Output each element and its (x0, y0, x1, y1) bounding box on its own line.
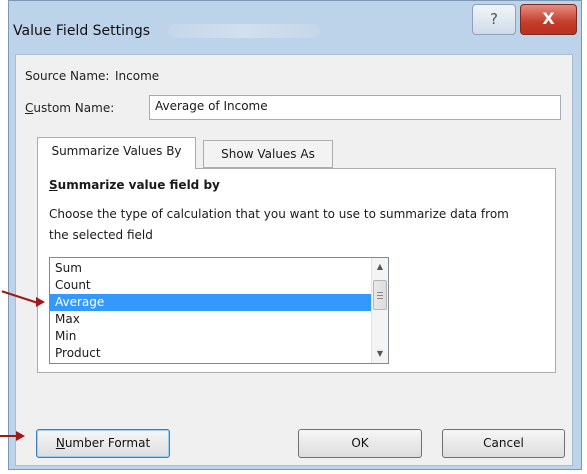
number-format-button[interactable]: Number Format (36, 429, 170, 458)
number-format-accesskey: N (55, 436, 65, 450)
tab-summarize-values-by-label: Summarize Values By (51, 144, 182, 158)
number-format-label: umber Format (64, 436, 151, 450)
title-bar: Value Field Settings ? X (9, 1, 581, 53)
tab-show-values-as[interactable]: Show Values As (203, 140, 333, 168)
ok-label: OK (351, 436, 369, 450)
custom-name-input-value: Average of Income (155, 99, 268, 113)
custom-name-input[interactable]: Average of Income (149, 95, 561, 120)
close-button[interactable]: X (520, 4, 577, 35)
panel-description: Choose the type of calculation that you … (49, 207, 509, 242)
cancel-label: Cancel (483, 436, 524, 450)
grip-line-icon (377, 298, 383, 299)
value-field-settings-dialog: Value Field Settings ? X Source Name: In… (8, 0, 582, 470)
tab-show-values-as-label: Show Values As (221, 147, 315, 161)
list-item-max[interactable]: Max (50, 311, 372, 328)
list-item-count[interactable]: Count (50, 277, 372, 294)
blurred-title-text (169, 24, 319, 38)
summarize-panel: Summarize value field by Choose the type… (37, 168, 556, 373)
close-icon: X (542, 9, 555, 28)
custom-name-label-rest: ustom Name: (33, 101, 115, 115)
arrow-head-icon (36, 297, 45, 307)
dialog-title: Value Field Settings (13, 23, 151, 39)
list-item-average[interactable]: Average (50, 294, 372, 311)
calculation-listbox[interactable]: Sum Count Average Max Min Product ▲ ▼ (49, 257, 389, 364)
panel-heading-accesskey: S (49, 178, 58, 192)
calculation-list: Sum Count Average Max Min Product (50, 260, 372, 362)
panel-heading: Summarize value field by (49, 178, 220, 192)
cancel-button[interactable]: Cancel (442, 429, 565, 458)
custom-name-label: Custom Name: (25, 101, 114, 115)
source-name-label: Source Name: (25, 69, 110, 83)
listbox-scrollbar[interactable]: ▲ ▼ (371, 258, 388, 363)
dialog-body: Source Name: Income Custom Name: Average… (15, 54, 573, 466)
list-item-sum[interactable]: Sum (50, 260, 372, 277)
help-icon: ? (490, 10, 498, 28)
panel-heading-rest: ummarize value field by (57, 178, 220, 192)
list-item-product[interactable]: Product (50, 345, 372, 362)
source-name-value: Income (115, 69, 160, 83)
scroll-down-arrow-icon[interactable]: ▼ (372, 346, 388, 362)
list-item-min[interactable]: Min (50, 328, 372, 345)
grip-line-icon (377, 292, 383, 293)
scroll-thumb[interactable] (373, 280, 387, 310)
scroll-up-arrow-icon[interactable]: ▲ (372, 259, 388, 275)
grip-line-icon (377, 295, 383, 296)
help-button[interactable]: ? (472, 4, 516, 35)
ok-button[interactable]: OK (298, 429, 422, 458)
tab-summarize-values-by[interactable]: Summarize Values By (37, 137, 196, 169)
arrow-head-icon (16, 431, 25, 441)
